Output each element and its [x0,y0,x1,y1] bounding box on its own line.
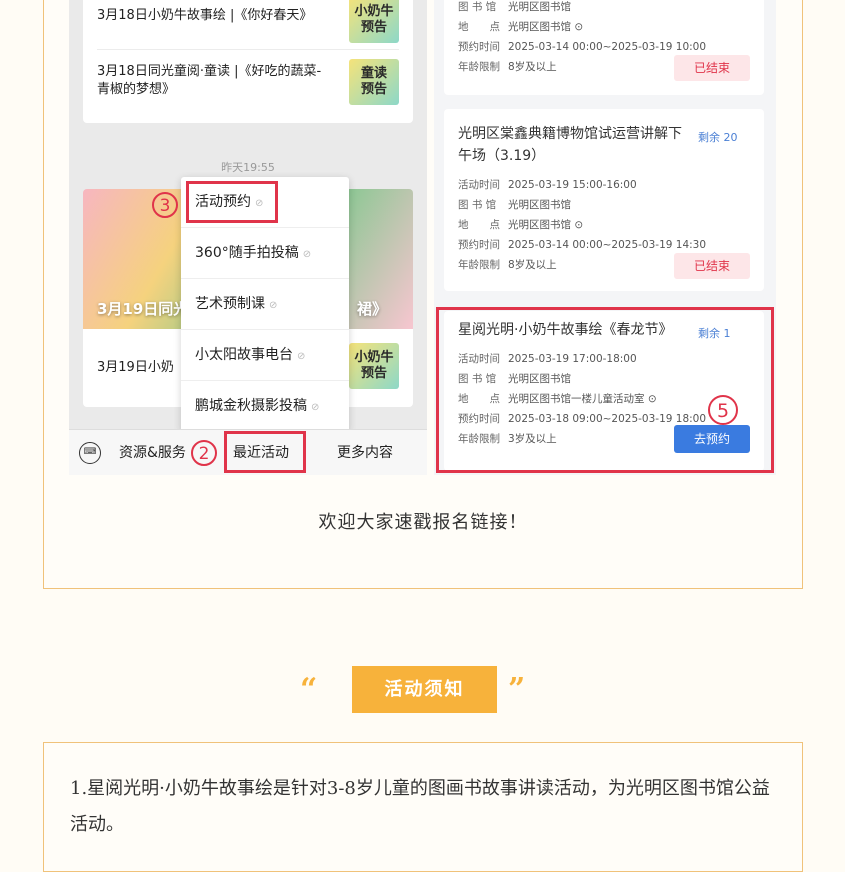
notice-card: 1.星阅光明·小奶牛故事绘是针对3-8岁儿童的图画书故事讲读活动，为光明区图书馆… [43,742,803,872]
link-icon: ⊘ [297,351,306,362]
activity-card[interactable]: 光明区棠鑫典籍博物馆试运营讲解下 午场（3.19） 剩余 20 活动时间 2025… [444,109,764,291]
info-row: 地 点光明区图书馆 ⊙ [458,21,584,33]
highlight-box [224,431,306,473]
info-row: 年龄限制 8岁及以上 [458,61,557,73]
info-row: 图 书 馆光明区图书馆 [458,1,571,13]
banner-title-suffix: 裙》 [356,300,387,318]
status-badge-ended: 已结束 [674,253,750,279]
status-badge-ended: 已结束 [674,55,750,81]
link-icon: ⊘ [311,402,320,413]
info-row: 地 点光明区图书馆 ⊙ [458,219,584,231]
message-thumbnail: 小奶牛 预告 [349,343,399,389]
wechat-chat-screenshot: 3月18日小奶牛故事绘 |《你好春天》 小奶牛 预告 3月18日同光童阅·童读 … [69,0,427,475]
notice-paragraph: 1.星阅光明·小奶牛故事绘是针对3-8岁儿童的图画书故事讲读活动，为光明区图书馆… [70,778,770,835]
message-thumbnail: 小奶牛 预告 [349,0,399,43]
menu-resources-services[interactable]: 资源&服务 [119,430,186,475]
highlight-box [186,181,278,223]
remaining-count: 剩余 20 [698,131,738,144]
message-title[interactable]: 3月18日小奶牛故事绘 |《你好春天》 [97,7,312,25]
image-caption: 欢迎大家速戳报名链接！ [318,512,528,533]
info-row: 预约时间 2025-03-14 00:00~2025-03-19 14:30 [458,239,707,251]
quote-open-icon: “ [300,672,318,707]
step-marker-3: 3 [152,192,178,218]
section-heading: 活动须知 [352,666,497,713]
popup-item-art-course[interactable]: 艺术预制课 ⊘ [195,279,277,329]
keyboard-icon[interactable]: ⌨ [79,442,101,464]
message-title[interactable]: 3月18日同光童阅·童读 |《好吃的蔬菜- 青椒的梦想》 [97,63,321,99]
info-row: 活动时间 2025-03-19 15:00-16:00 [458,179,637,191]
step-marker-2: 2 [191,440,217,466]
info-row: 年龄限制 8岁及以上 [458,259,557,271]
step-marker-5: 5 [708,395,738,425]
popup-item-photo-contest[interactable]: 鹏城金秋摄影投稿 ⊘ [195,381,319,431]
activity-title: 光明区棠鑫典籍博物馆试运营讲解下 午场（3.19） [458,126,682,164]
message-thumbnail: 童读 预告 [349,59,399,105]
divider [97,49,399,50]
popup-item-story-radio[interactable]: 小太阳故事电台 ⊘ [195,330,305,380]
info-row: 预约时间 2025-03-14 00:00~2025-03-19 10:00 [458,41,707,53]
location-icon: ⊙ [574,21,584,33]
message-card: 3月18日小奶牛故事绘 |《你好春天》 小奶牛 预告 3月18日同光童阅·童读 … [83,0,413,123]
activity-list-screenshot: 图 书 馆光明区图书馆 地 点光明区图书馆 ⊙ 预约时间 2025-03-14 0… [434,0,776,475]
popup-item-photo-submission[interactable]: 360°随手拍投稿 ⊘ [195,228,311,278]
article-image-card: 3月18日小奶牛故事绘 |《你好春天》 小奶牛 预告 3月18日同光童阅·童读 … [43,0,803,589]
banner-title: 3月19日同光 [97,300,189,318]
link-icon: ⊘ [269,300,278,311]
location-icon: ⊙ [574,219,584,231]
highlight-box [436,307,774,473]
info-row: 图 书 馆光明区图书馆 [458,199,571,211]
link-icon: ⊘ [302,249,312,260]
activity-card: 图 书 馆光明区图书馆 地 点光明区图书馆 ⊙ 预约时间 2025-03-14 0… [444,0,764,95]
chat-timestamp: 昨天19:55 [221,161,275,174]
menu-more-content[interactable]: 更多内容 [337,430,393,475]
quote-close-icon: ” [508,672,526,707]
message-title[interactable]: 3月19日小奶 [97,359,174,377]
